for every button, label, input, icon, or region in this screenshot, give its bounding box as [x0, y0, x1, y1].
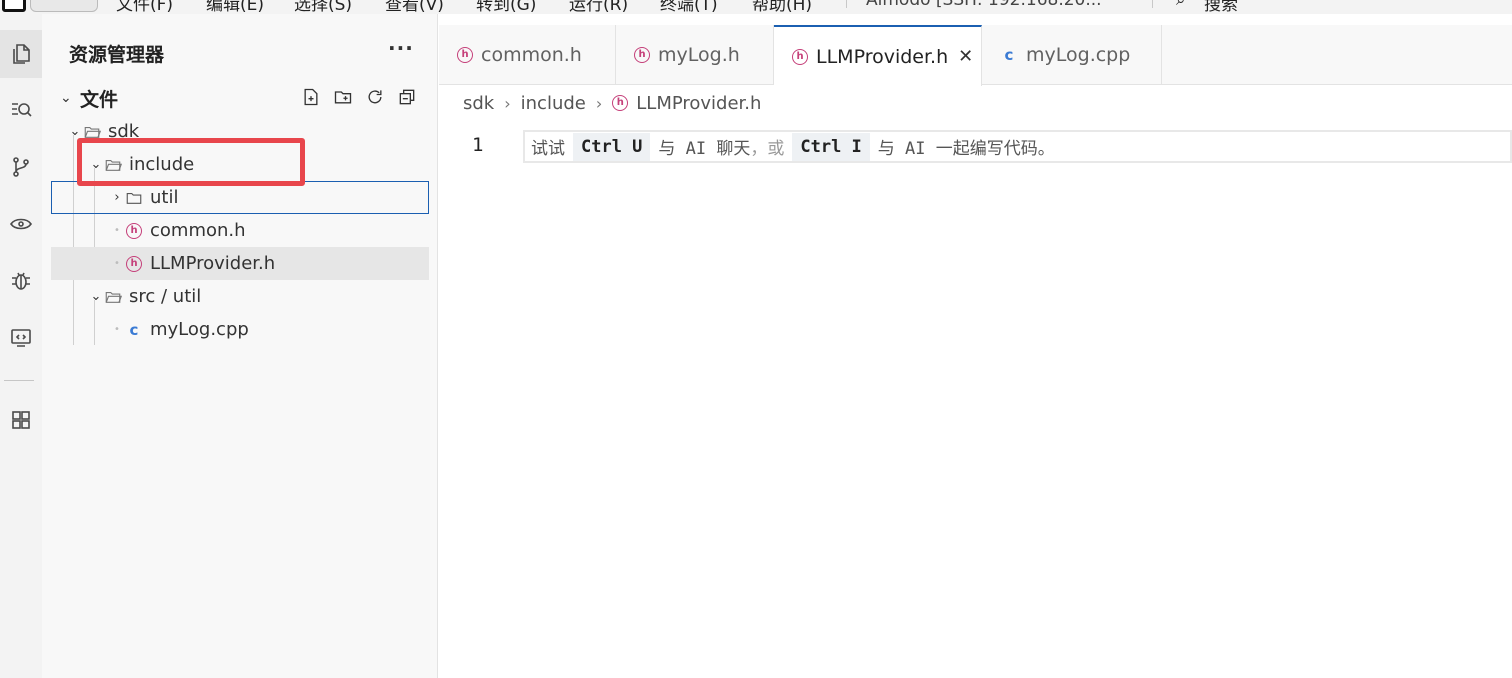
hint-text: 与 AI 一起编写代码。 — [877, 139, 1055, 159]
tree-dot: • — [114, 258, 120, 269]
search-bar-icon[interactable]: ⌕ — [1176, 0, 1186, 10]
menu-selection[interactable]: 选择(S) — [294, 0, 352, 14]
header-file-icon: h — [634, 47, 650, 63]
menu-view[interactable]: 查看(V) — [385, 0, 444, 14]
new-folder-icon[interactable] — [332, 86, 354, 108]
editor-ai-hint[interactable]: 试试 Ctrl U 与 AI 聊天 ，或 Ctrl I 与 AI 一起编写代码。 — [523, 130, 1512, 163]
tree-file-llmprovider-h[interactable]: • h LLMProvider.h — [51, 247, 429, 280]
tab-mylog-h[interactable]: h myLog.h — [616, 25, 774, 85]
tree-folder-include[interactable]: ⌄ include — [51, 148, 429, 181]
refresh-icon[interactable] — [364, 86, 386, 108]
tree-folder-sdk[interactable]: ⌄ sdk — [51, 115, 429, 148]
tab-llmprovider-h[interactable]: h LLMProvider.h ✕ — [774, 25, 982, 86]
menu-help[interactable]: 帮助(H) — [752, 0, 812, 14]
keybinding-compose: Ctrl I — [792, 132, 870, 161]
tree-label: common.h — [150, 220, 246, 241]
search-bar-label[interactable]: 搜索 — [1204, 0, 1238, 14]
menu-run[interactable]: 运行(R) — [569, 0, 628, 14]
breadcrumb-item[interactable]: sdk — [463, 93, 494, 114]
tab-label: myLog.h — [658, 44, 740, 66]
menu-edit[interactable]: 编辑(E) — [206, 0, 264, 14]
source-control-icon[interactable] — [0, 143, 42, 191]
folder-open-icon — [82, 122, 102, 142]
menu-separator — [1152, 0, 1153, 8]
tree-dot: • — [114, 225, 120, 236]
chevron-right-icon: › — [114, 190, 120, 205]
chevron-down-icon: ⌄ — [90, 289, 102, 304]
tree-file-mylog-cpp[interactable]: • c myLog.cpp — [51, 313, 429, 346]
preview-icon[interactable] — [0, 200, 42, 248]
folder-open-icon — [103, 287, 123, 307]
search-icon[interactable] — [0, 86, 42, 134]
folder-open-icon — [103, 155, 123, 175]
tree-folder-util[interactable]: › util — [51, 181, 429, 214]
header-file-icon: h — [457, 47, 473, 63]
window-title: Aimodo [SSH: 192.168.20... — [866, 0, 1102, 10]
tree-label: src / util — [129, 286, 202, 307]
tree-label: include — [129, 154, 195, 175]
header-file-icon: h — [792, 48, 808, 65]
editor-tab-bar: h common.h h myLog.h h LLMProvider.h ✕ c… — [439, 25, 1512, 86]
files-section-title: 文件 — [80, 88, 119, 111]
tree-dot: • — [114, 324, 120, 335]
tab-label: myLog.cpp — [1026, 44, 1131, 66]
tab-mylog-cpp[interactable]: c myLog.cpp — [982, 25, 1162, 85]
activity-bar — [0, 14, 42, 678]
explorer-title: 资源管理器 — [69, 44, 165, 66]
tree-label: myLog.cpp — [150, 319, 249, 340]
keybinding-chat: Ctrl U — [573, 132, 651, 161]
menu-bar: 文件(F) 编辑(E) 选择(S) 查看(V) 转到(G) 运行(R) 终端(T… — [0, 0, 1512, 14]
chevron-down-icon: ⌄ — [90, 157, 102, 172]
cpp-file-icon: c — [1004, 46, 1014, 64]
tree-file-common-h[interactable]: • h common.h — [51, 214, 429, 247]
section-actions — [300, 86, 418, 108]
tree-label: LLMProvider.h — [150, 253, 276, 274]
menu-go[interactable]: 转到(G) — [476, 0, 536, 14]
new-file-icon[interactable] — [300, 86, 322, 108]
app-logo-icon — [2, 0, 26, 12]
chevron-down-icon: ⌄ — [60, 90, 72, 106]
explorer-sidebar: 资源管理器 ··· ⌄ 文件 ⌄ sdk ⌄ include › util • … — [42, 14, 438, 678]
tab-label: LLMProvider.h — [816, 45, 949, 68]
layout-toggle-button[interactable] — [30, 0, 98, 12]
cpp-file-icon: c — [129, 320, 139, 339]
remote-explorer-icon[interactable] — [0, 314, 42, 362]
header-file-icon: h — [124, 254, 144, 274]
debug-icon[interactable] — [0, 257, 42, 305]
activity-divider — [4, 380, 34, 381]
more-actions-button[interactable]: ··· — [388, 36, 414, 60]
tab-common-h[interactable]: h common.h — [439, 25, 616, 85]
menu-terminal[interactable]: 终端(T) — [660, 0, 718, 14]
chevron-right-icon: › — [504, 93, 511, 113]
menu-separator — [846, 0, 847, 8]
explorer-icon[interactable] — [0, 30, 42, 78]
breadcrumb-item[interactable]: LLMProvider.h — [636, 93, 761, 114]
breadcrumb: sdk › include › h LLMProvider.h — [463, 90, 761, 116]
close-icon[interactable]: ✕ — [958, 46, 973, 67]
header-file-icon: h — [612, 95, 629, 111]
extensions-icon[interactable] — [0, 396, 42, 444]
hint-separator: ，或 — [750, 139, 785, 159]
folder-icon — [124, 188, 144, 208]
hint-text: 与 AI 聊天 — [658, 139, 751, 159]
menu-file[interactable]: 文件(F) — [116, 0, 173, 14]
breadcrumb-item[interactable]: include — [521, 93, 586, 114]
header-file-icon: h — [124, 221, 144, 241]
line-number: 1 — [472, 134, 484, 156]
tree-label: util — [150, 187, 179, 208]
chevron-right-icon: › — [595, 93, 603, 113]
collapse-all-icon[interactable] — [396, 86, 418, 108]
tree-label: sdk — [108, 121, 140, 142]
chevron-down-icon: ⌄ — [69, 124, 81, 139]
hint-text: 试试 — [531, 139, 565, 159]
tree-folder-src-util[interactable]: ⌄ src / util — [51, 280, 429, 313]
files-section-header[interactable]: ⌄ 文件 — [60, 84, 118, 112]
tab-label: common.h — [481, 44, 582, 66]
